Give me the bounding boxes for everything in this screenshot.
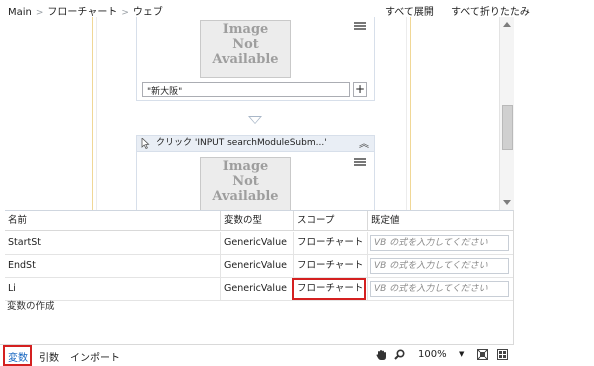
zoom-dropdown-chevron-icon[interactable]: ▼ xyxy=(459,350,464,358)
variable-name[interactable]: Li xyxy=(5,278,221,300)
canvas-vertical-scrollbar[interactable] xyxy=(499,17,514,210)
tab-arguments[interactable]: 引数 xyxy=(39,349,59,364)
variable-type[interactable]: GenericValue xyxy=(221,232,294,254)
collapse-chevron-icon[interactable]: ︽ xyxy=(359,137,369,152)
sequence-inner-right xyxy=(406,17,407,210)
click-activity-title: クリック 'INPUT searchModuleSubm...' xyxy=(156,138,327,148)
variable-type[interactable]: GenericValue xyxy=(221,255,294,277)
column-header-type[interactable]: 変数の型 xyxy=(221,211,294,230)
designer-canvas[interactable]: Image Not Available "新大阪" + クリック 'INPUT … xyxy=(5,17,499,210)
screenshot-placeholder-image: Image Not Available xyxy=(200,157,291,210)
column-header-name[interactable]: 名前 xyxy=(5,211,221,230)
screenshot-placeholder-image: Image Not Available xyxy=(200,20,291,78)
magnifier-icon[interactable] xyxy=(394,349,405,360)
default-value-input[interactable]: VB の式を入力してください xyxy=(370,281,509,297)
variables-tab-highlight-box xyxy=(3,345,32,366)
default-value-input[interactable]: VB の式を入力してください xyxy=(370,235,509,251)
scroll-up-icon[interactable] xyxy=(503,22,511,27)
sequence-border-left xyxy=(92,17,93,210)
fit-to-screen-icon[interactable] xyxy=(477,349,488,360)
type-into-activity[interactable]: Image Not Available "新大阪" + xyxy=(136,17,375,101)
scroll-down-icon[interactable] xyxy=(503,200,511,205)
collapse-all-button[interactable]: すべて折りたたみ xyxy=(451,3,530,18)
zoom-level[interactable]: 100% xyxy=(418,349,447,360)
default-value-input[interactable]: VB の式を入力してください xyxy=(370,258,509,274)
click-activity[interactable]: クリック 'INPUT searchModuleSubm...' ︽ Image… xyxy=(136,135,375,210)
variable-type[interactable]: GenericValue xyxy=(221,278,294,300)
table-row[interactable]: StartSt GenericValue フローチャート VB の式を入力してく… xyxy=(5,232,513,255)
variables-table-header: 名前 変数の型 スコープ 既定値 xyxy=(5,211,513,231)
scrollbar-thumb[interactable] xyxy=(502,105,513,150)
sequence-inner-left xyxy=(96,17,97,210)
type-into-text-field[interactable]: "新大阪" xyxy=(142,82,350,97)
sequence-border-right xyxy=(410,17,411,210)
breadcrumb: Main > フローチャート > ウェブ xyxy=(8,3,163,18)
variable-scope[interactable]: フローチャート xyxy=(294,255,368,277)
column-header-scope[interactable]: スコープ xyxy=(294,211,368,230)
designer-statusbar: 変数 引数 インポート 100% ▼ xyxy=(0,344,514,366)
variables-panel: 名前 変数の型 スコープ 既定値 StartSt GenericValue フロ… xyxy=(5,210,514,344)
overview-icon[interactable] xyxy=(497,349,508,360)
click-activity-header[interactable]: クリック 'INPUT searchModuleSubm...' ︽ xyxy=(137,136,374,152)
hamburger-menu-icon[interactable] xyxy=(354,22,366,31)
variable-scope[interactable]: フローチャート xyxy=(294,232,368,254)
hand-pan-icon[interactable] xyxy=(376,349,387,361)
table-row[interactable]: EndSt GenericValue フローチャート VB の式を入力してくださ… xyxy=(5,255,513,278)
scope-highlight-box xyxy=(292,278,366,300)
expand-all-button[interactable]: すべて展開 xyxy=(385,3,434,18)
column-header-default[interactable]: 既定値 xyxy=(368,211,513,230)
designer-header: Main > フローチャート > ウェブ すべて展開 すべて折りたたみ xyxy=(0,0,530,18)
variable-name[interactable]: StartSt xyxy=(5,232,221,254)
tab-imports[interactable]: インポート xyxy=(70,349,120,364)
add-expression-button[interactable]: + xyxy=(353,82,367,97)
hamburger-menu-icon[interactable] xyxy=(354,158,366,167)
table-row[interactable]: Li GenericValue フローチャート VB の式を入力してください xyxy=(5,278,513,301)
cursor-pointer-icon xyxy=(141,138,150,149)
create-variable-link[interactable]: 変数の作成 xyxy=(7,298,55,312)
variable-name[interactable]: EndSt xyxy=(5,255,221,277)
